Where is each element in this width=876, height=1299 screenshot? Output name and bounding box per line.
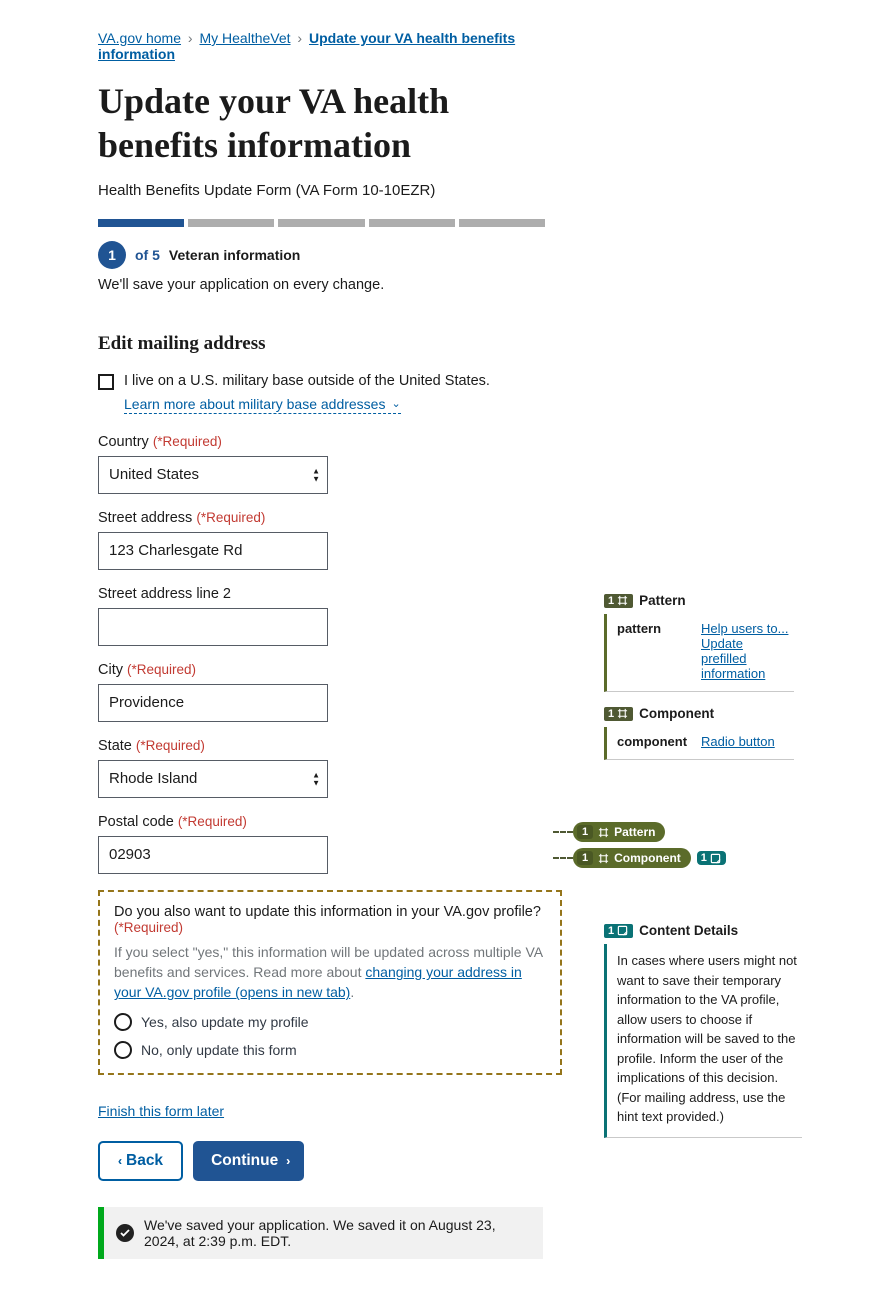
profile-question-text: Do you also want to update this informat… [114, 904, 546, 936]
page-title: Update your VA health benefits informati… [98, 80, 545, 168]
frame-icon [598, 853, 609, 864]
continue-button[interactable]: Continue ›› [193, 1141, 304, 1181]
street2-label: Street address line 2 [98, 586, 545, 602]
note-icon [617, 925, 628, 936]
military-base-label: I live on a U.S. military base outside o… [124, 373, 490, 389]
frame-icon [617, 708, 628, 719]
annotation-pattern: 1 Pattern pattern Help users to... Updat… [604, 593, 794, 692]
connector-line [553, 857, 573, 859]
breadcrumb-healthevet[interactable]: My HealtheVet [199, 30, 290, 46]
note-icon [710, 853, 721, 864]
section-heading: Edit mailing address [98, 333, 545, 355]
country-label: Country (*Required) [98, 434, 545, 450]
city-input[interactable] [98, 684, 328, 722]
city-label: City (*Required) [98, 662, 545, 678]
step-of-text: of 5 [135, 247, 160, 263]
annotation-tag: 1 [604, 924, 633, 938]
frame-icon [598, 827, 609, 838]
annotation-pill-component: 1 Component 1 [573, 848, 726, 868]
annotation-content-details: 1 Content Details In cases where users m… [604, 923, 802, 1138]
annotation-tag: 1 [604, 594, 633, 608]
radio-no[interactable] [114, 1041, 132, 1059]
autosave-text: We'll save your application on every cha… [98, 277, 545, 293]
annotation-tag: 1 [604, 707, 633, 721]
chevron-right-icon: › [188, 30, 193, 46]
save-success-alert: We've saved your application. We saved i… [98, 1207, 543, 1259]
chevron-down-icon: ⌄ [391, 397, 400, 410]
profile-update-question-box: Do you also want to update this informat… [98, 890, 562, 1075]
alert-text: We've saved your application. We saved i… [144, 1217, 531, 1249]
state-select[interactable] [98, 760, 328, 798]
connector-line [553, 831, 573, 833]
page-subtitle: Health Benefits Update Form (VA Form 10-… [98, 182, 545, 199]
back-button[interactable]: ‹‹ Back [98, 1141, 183, 1181]
annotation-component-link[interactable]: Radio button [701, 734, 775, 749]
state-label: State (*Required) [98, 738, 545, 754]
learn-more-toggle[interactable]: Learn more about military base addresses… [124, 396, 401, 414]
chevron-right-icon: › [297, 30, 302, 46]
radio-yes[interactable] [114, 1013, 132, 1031]
step-number-circle: 1 [98, 241, 126, 269]
radio-yes-label: Yes, also update my profile [141, 1014, 309, 1030]
frame-icon [617, 595, 628, 606]
annotation-pill-pattern: 1 Pattern [573, 822, 665, 842]
step-label: Veteran information [169, 247, 300, 263]
street1-input[interactable] [98, 532, 328, 570]
radio-no-label: No, only update this form [141, 1042, 297, 1058]
finish-later-link[interactable]: Finish this form later [98, 1103, 224, 1119]
postal-label: Postal code (*Required) [98, 814, 545, 830]
street2-input[interactable] [98, 608, 328, 646]
country-select[interactable] [98, 456, 328, 494]
military-base-checkbox[interactable] [98, 374, 114, 390]
progress-bar [98, 219, 545, 227]
annotation-teal-tag: 1 [697, 851, 726, 865]
checkmark-circle-icon [116, 1224, 134, 1242]
breadcrumb: VA.gov home › My HealtheVet › Update you… [98, 30, 545, 62]
breadcrumb-home[interactable]: VA.gov home [98, 30, 181, 46]
profile-question-hint: If you select "yes," this information wi… [114, 942, 546, 1003]
street1-label: Street address (*Required) [98, 510, 545, 526]
annotation-pattern-link[interactable]: Help users to... Update prefilled inform… [701, 621, 788, 681]
postal-input[interactable] [98, 836, 328, 874]
annotation-component: 1 Component component Radio button [604, 706, 794, 760]
step-indicator: 1 of 5 Veteran information [98, 241, 545, 269]
